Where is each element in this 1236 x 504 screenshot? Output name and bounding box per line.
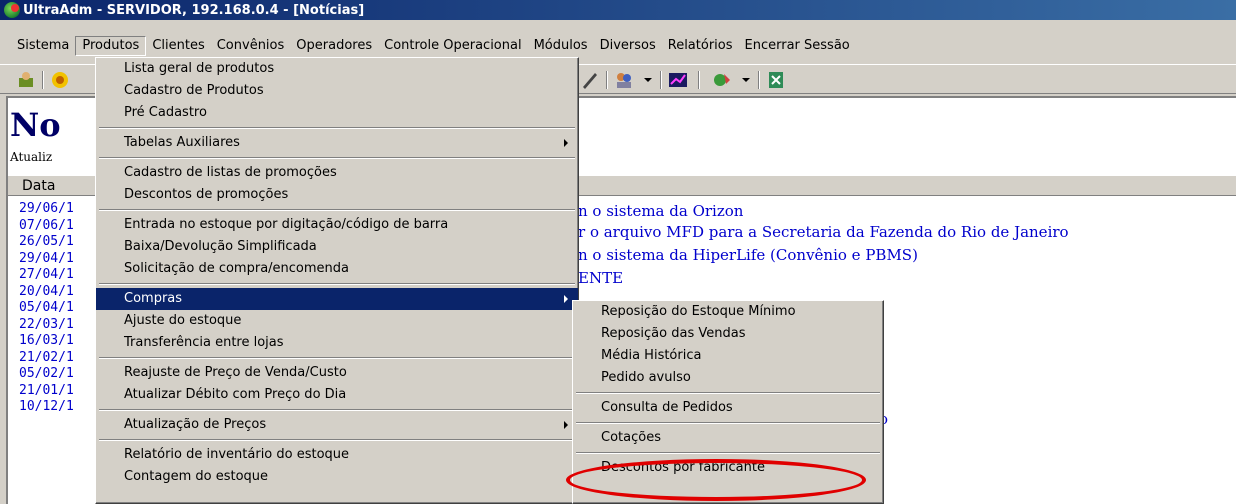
menu-separator xyxy=(96,354,578,362)
menu-item-ajuste-estoque[interactable]: Ajuste do estoque xyxy=(96,310,578,332)
toolbar-separator xyxy=(42,71,44,89)
menu-item-entrada-estoque[interactable]: Entrada no estoque por digitação/código … xyxy=(96,214,578,236)
menu-item-reposicao-estoque-minimo[interactable]: Reposição do Estoque Mínimo xyxy=(573,301,883,323)
menu-item-label: Atualização de Preços xyxy=(124,417,267,432)
chevron-down-icon[interactable] xyxy=(736,70,756,90)
news-date[interactable]: 26/05/1 xyxy=(19,234,97,251)
news-date[interactable]: 07/06/1 xyxy=(19,218,97,235)
produtos-menu: Lista geral de produtos Cadastro de Prod… xyxy=(95,57,579,504)
news-link[interactable]: r o arquivo MFD para a Secretaria da Faz… xyxy=(578,223,1069,241)
toolbar-separator xyxy=(660,71,662,89)
news-date[interactable]: 27/04/1 xyxy=(19,267,97,284)
news-date[interactable]: 29/06/1 xyxy=(19,201,97,218)
menu-item-transferencia-lojas[interactable]: Transferência entre lojas xyxy=(96,332,578,354)
menu-clientes[interactable]: Clientes xyxy=(146,36,210,56)
menu-controle-operacional[interactable]: Controle Operacional xyxy=(378,36,527,56)
submenu-arrow-icon xyxy=(564,295,568,303)
menu-modulos[interactable]: Módulos xyxy=(528,36,594,56)
menu-separator xyxy=(96,206,578,214)
annotation-ellipse xyxy=(566,459,866,501)
menu-item-reajuste-preco[interactable]: Reajuste de Preço de Venda/Custo xyxy=(96,362,578,384)
menu-separator xyxy=(96,154,578,162)
menu-separator xyxy=(573,389,883,397)
globe-icon[interactable] xyxy=(50,70,70,90)
menu-diversos[interactable]: Diversos xyxy=(594,36,662,56)
submenu-arrow-icon xyxy=(564,421,568,429)
menu-item-label: Compras xyxy=(124,291,183,306)
menu-item-tabelas-auxiliares[interactable]: Tabelas Auxiliares xyxy=(96,132,578,154)
people-group-icon[interactable] xyxy=(614,70,634,90)
menu-item-cadastro-listas-promocoes[interactable]: Cadastro de listas de promoções xyxy=(96,162,578,184)
news-date[interactable]: 21/01/1 xyxy=(19,383,97,400)
chart-icon[interactable] xyxy=(668,70,688,90)
news-date[interactable]: 21/02/1 xyxy=(19,350,97,367)
menu-separator xyxy=(573,419,883,427)
news-date[interactable]: 29/04/1 xyxy=(19,251,97,268)
menu-separator xyxy=(96,406,578,414)
menu-item-pedido-avulso[interactable]: Pedido avulso xyxy=(573,367,883,389)
toolbar-separator xyxy=(758,71,760,89)
menu-bar: Sistema Produtos Clientes Convênios Oper… xyxy=(0,35,856,56)
menu-item-reposicao-vendas[interactable]: Reposição das Vendas xyxy=(573,323,883,345)
menu-item-consulta-pedidos[interactable]: Consulta de Pedidos xyxy=(573,397,883,419)
date-column: 29/06/1 07/06/1 26/05/1 29/04/1 27/04/1 … xyxy=(19,201,97,416)
menu-item-baixa-devolucao[interactable]: Baixa/Devolução Simplificada xyxy=(96,236,578,258)
news-date[interactable]: 16/03/1 xyxy=(19,333,97,350)
window-title: UltraAdm - SERVIDOR, 192.168.0.4 - [Notí… xyxy=(23,2,365,18)
title-bar: UltraAdm - SERVIDOR, 192.168.0.4 - [Notí… xyxy=(0,0,1236,20)
menu-item-contagem-estoque[interactable]: Contagem do estoque xyxy=(96,466,578,488)
menu-item-atualizacao-precos[interactable]: Atualização de Preços xyxy=(96,414,578,436)
news-link[interactable]: ENTE xyxy=(578,269,623,287)
app-icon xyxy=(4,2,20,18)
edit-icon[interactable] xyxy=(580,70,600,90)
menu-item-label: Tabelas Auxiliares xyxy=(124,135,240,150)
menu-separator xyxy=(96,280,578,288)
updated-label: Atualiz xyxy=(10,150,53,164)
menu-item-lista-geral[interactable]: Lista geral de produtos xyxy=(96,58,578,80)
spreadsheet-icon[interactable] xyxy=(766,70,786,90)
menu-sistema[interactable]: Sistema xyxy=(0,36,75,56)
users-icon[interactable] xyxy=(16,70,36,90)
news-date[interactable]: 20/04/1 xyxy=(19,284,97,301)
menu-separator xyxy=(96,124,578,132)
news-link[interactable]: n o sistema da Orizon xyxy=(578,202,743,220)
menu-relatorios[interactable]: Relatórios xyxy=(662,36,739,56)
menu-item-relatorio-inventario[interactable]: Relatório de inventário do estoque xyxy=(96,444,578,466)
toolbar-separator xyxy=(698,71,700,89)
news-date[interactable]: 05/04/1 xyxy=(19,300,97,317)
chevron-down-icon[interactable] xyxy=(638,70,658,90)
menu-item-solicitacao-compra[interactable]: Solicitação de compra/encomenda xyxy=(96,258,578,280)
menu-item-atualizar-debito[interactable]: Atualizar Débito com Preço do Dia xyxy=(96,384,578,406)
menu-item-cotacoes[interactable]: Cotações xyxy=(573,427,883,449)
page-title: No xyxy=(10,106,61,144)
menu-separator xyxy=(96,436,578,444)
menu-operadores[interactable]: Operadores xyxy=(290,36,378,56)
toolbar-separator xyxy=(606,71,608,89)
news-date[interactable]: 05/02/1 xyxy=(19,366,97,383)
news-link[interactable]: n o sistema da HiperLife (Convênio e PBM… xyxy=(578,246,918,264)
menu-produtos[interactable]: Produtos xyxy=(75,35,147,56)
news-date[interactable]: 10/12/1 xyxy=(19,399,97,416)
menu-encerrar-sessao[interactable]: Encerrar Sessão xyxy=(739,36,856,56)
menu-item-cadastro-produtos[interactable]: Cadastro de Produtos xyxy=(96,80,578,102)
menu-item-pre-cadastro[interactable]: Pré Cadastro xyxy=(96,102,578,124)
menu-item-descontos-promocoes[interactable]: Descontos de promoções xyxy=(96,184,578,206)
submenu-arrow-icon xyxy=(564,139,568,147)
menu-item-media-historica[interactable]: Média Histórica xyxy=(573,345,883,367)
column-header-date[interactable]: Data xyxy=(22,178,55,194)
menu-item-compras[interactable]: Compras xyxy=(96,288,578,310)
menu-convenios[interactable]: Convênios xyxy=(211,36,291,56)
menu-separator xyxy=(573,449,883,457)
news-date[interactable]: 22/03/1 xyxy=(19,317,97,334)
tools-icon[interactable] xyxy=(712,70,732,90)
